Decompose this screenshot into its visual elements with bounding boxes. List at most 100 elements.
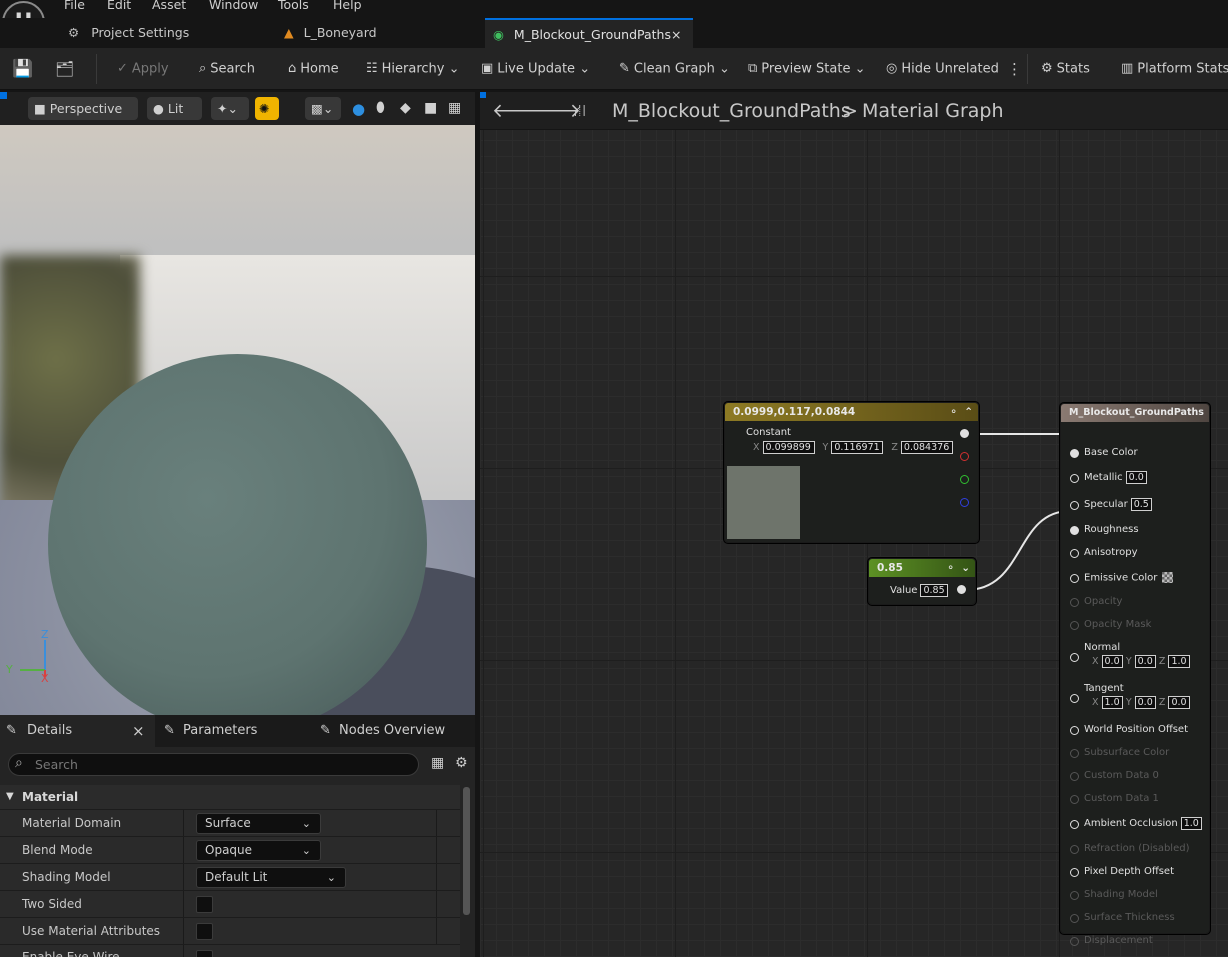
shading-model-dropdown[interactable]: Default Lit ⌄ [196, 867, 346, 888]
details-search-input[interactable]: Search [8, 753, 419, 776]
input-pin-roughness[interactable] [1070, 526, 1079, 535]
result-node-header[interactable]: M_Blockout_GroundPaths [1061, 404, 1209, 422]
z-value-field[interactable]: 0.084376 [900, 441, 953, 454]
y-value-field[interactable]: 0.116971 [831, 441, 884, 454]
plane-preview-icon[interactable]: ◆ [400, 100, 411, 116]
cylinder-preview-icon[interactable]: ⬮ [376, 100, 385, 116]
graph-hierarchy-icon[interactable]: ⛙ [574, 92, 586, 130]
wire-roughness [965, 510, 1071, 591]
input-pin-world-position-offset[interactable] [1070, 726, 1079, 735]
material-domain-dropdown[interactable]: Surface ⌄ [196, 813, 321, 834]
hierarchy-button[interactable]: ☷ Hierarchy ⌄ [366, 48, 460, 90]
menu-edit[interactable]: Edit [107, 0, 131, 12]
stats-button[interactable]: ⚙ Stats [1041, 48, 1090, 90]
scalar-value-field[interactable]: 0.85 [920, 584, 948, 597]
material-preview-viewport[interactable]: Z Y X [0, 125, 475, 715]
input-pin-metallic[interactable] [1070, 474, 1079, 483]
menu-file[interactable]: File [64, 0, 85, 12]
use-material-attributes-checkbox[interactable] [196, 923, 213, 940]
realtime-toggle-icon[interactable]: ✺ [255, 97, 279, 120]
hierarchy-icon: ☷ [366, 61, 378, 76]
normal-z-field[interactable]: 1.0 [1168, 655, 1190, 668]
preview-mesh-dropdown[interactable]: ▩⌄ [305, 97, 341, 120]
metallic-value-field[interactable]: 0.0 [1125, 471, 1147, 484]
apply-button[interactable]: ✓ Apply [117, 48, 169, 90]
tab-project-settings[interactable]: ⚙ Project Settings [60, 18, 260, 48]
input-pin-pixel-depth-offset[interactable] [1070, 868, 1079, 877]
close-icon[interactable]: × [671, 20, 681, 50]
lit-dropdown[interactable]: ● Lit ⌄ [147, 97, 202, 139]
menu-window[interactable]: Window [209, 0, 258, 12]
tangent-z-field[interactable]: 0.0 [1168, 696, 1190, 709]
live-update-button[interactable]: ▣ Live Update ⌄ [481, 48, 590, 90]
sphere-preview-icon[interactable]: ● [352, 100, 365, 118]
breadcrumb-graph[interactable]: Material Graph [862, 92, 1004, 130]
tab-l-boneyard[interactable]: ▲ L_Boneyard [276, 18, 476, 48]
output-pin-value[interactable] [957, 585, 966, 594]
input-pin-tangent[interactable] [1070, 694, 1079, 703]
scalar-constant-node[interactable]: 0.85 ⚬ ⌄ Value 0.85 [868, 558, 976, 605]
home-button[interactable]: ⌂ Home [288, 48, 339, 90]
tangent-x-field[interactable]: 1.0 [1101, 696, 1123, 709]
show-flags-dropdown[interactable]: ✦⌄ [211, 97, 249, 120]
tab-details[interactable]: ✎ Details × [0, 715, 155, 747]
output-pin-rgb[interactable] [960, 429, 969, 438]
input-pin-specular[interactable] [1070, 501, 1079, 510]
enable-eye-wire-checkbox[interactable] [196, 950, 213, 957]
tab-nodes-overview[interactable]: ✎ Nodes Overview [318, 715, 475, 747]
browse-icon[interactable]: 🗂 [55, 48, 74, 90]
checker-swatch-icon[interactable] [1162, 572, 1174, 583]
blend-mode-dropdown[interactable]: Opaque ⌄ [196, 840, 321, 861]
platform-stats-icon: ▥ [1121, 61, 1134, 76]
tab-m-blockout-groundpaths[interactable]: ◉ M_Blockout_GroundPaths × [485, 18, 693, 48]
constant-vector-node[interactable]: 0.0999,0.117,0.0844 ⚬ ⌃ Constant X 0.0998… [724, 402, 979, 543]
preview-toggle-icon[interactable]: ⚬ [946, 559, 955, 577]
normal-x-field[interactable]: 0.0 [1101, 655, 1123, 668]
custom-mesh-preview-icon[interactable]: ▦ [448, 100, 461, 116]
output-pin-g[interactable] [960, 475, 969, 484]
material-result-node[interactable]: M_Blockout_GroundPaths Base Color Metall… [1060, 403, 1210, 946]
collapse-caret-icon[interactable]: ⌃ [964, 403, 973, 421]
input-pin-shading-model [1070, 891, 1079, 900]
save-icon[interactable]: 💾 [12, 48, 33, 90]
two-sided-checkbox[interactable] [196, 896, 213, 913]
tangent-y-field[interactable]: 0.0 [1134, 696, 1156, 709]
hide-unrelated-button[interactable]: ◎ Hide Unrelated [886, 48, 999, 90]
input-pin-anisotropy[interactable] [1070, 549, 1079, 558]
output-pin-b[interactable] [960, 498, 969, 507]
constant-node-header[interactable]: 0.0999,0.117,0.0844 ⚬ ⌃ [725, 403, 978, 421]
ambient-occlusion-value-field[interactable]: 1.0 [1180, 817, 1202, 830]
breadcrumb-asset[interactable]: M_Blockout_GroundPaths [612, 92, 851, 130]
menu-tools[interactable]: Tools [278, 0, 309, 12]
preview-state-label: Preview State [761, 61, 851, 77]
gear-icon[interactable]: ⚙ [455, 755, 468, 771]
cube-preview-icon[interactable]: ■ [424, 100, 437, 116]
preview-toggle-icon[interactable]: ⚬ [949, 403, 958, 421]
close-icon[interactable]: × [132, 715, 145, 747]
normal-y-field[interactable]: 0.0 [1134, 655, 1156, 668]
search-button[interactable]: ⌕ Search [199, 48, 255, 90]
property-label: Two Sided [22, 897, 82, 911]
perspective-dropdown[interactable]: ■ Perspective ⌄ [28, 97, 138, 139]
normal-xyz-fields: X 0.0 Y 0.0 Z 1.0 [1092, 655, 1190, 668]
tab-parameters[interactable]: ✎ Parameters [160, 715, 310, 747]
menu-help[interactable]: Help [333, 0, 362, 12]
input-pin-base-color[interactable] [1070, 449, 1079, 458]
input-pin-emissive-color[interactable] [1070, 574, 1079, 583]
table-view-icon[interactable]: ▦ [431, 755, 444, 771]
x-value-field[interactable]: 0.099899 [762, 441, 815, 454]
category-material[interactable]: ▼ Material [0, 785, 460, 809]
more-options-icon[interactable]: ⋮ [1007, 48, 1022, 90]
expand-caret-icon[interactable]: ⌄ [961, 559, 970, 577]
menu-asset[interactable]: Asset [152, 0, 186, 12]
specular-value-field[interactable]: 0.5 [1130, 498, 1152, 511]
platform-stats-button[interactable]: ▥ Platform Stats [1121, 48, 1228, 90]
output-pin-r[interactable] [960, 452, 969, 461]
preview-state-button[interactable]: ⧉ Preview State ⌄ [748, 48, 866, 90]
input-pin-ambient-occlusion[interactable] [1070, 820, 1079, 829]
details-scrollbar[interactable] [463, 787, 470, 915]
input-pin-normal[interactable] [1070, 653, 1079, 662]
clean-graph-button[interactable]: ✎ Clean Graph ⌄ [619, 48, 730, 90]
column-divider [183, 945, 184, 957]
scalar-node-header[interactable]: 0.85 ⚬ ⌄ [869, 559, 975, 577]
